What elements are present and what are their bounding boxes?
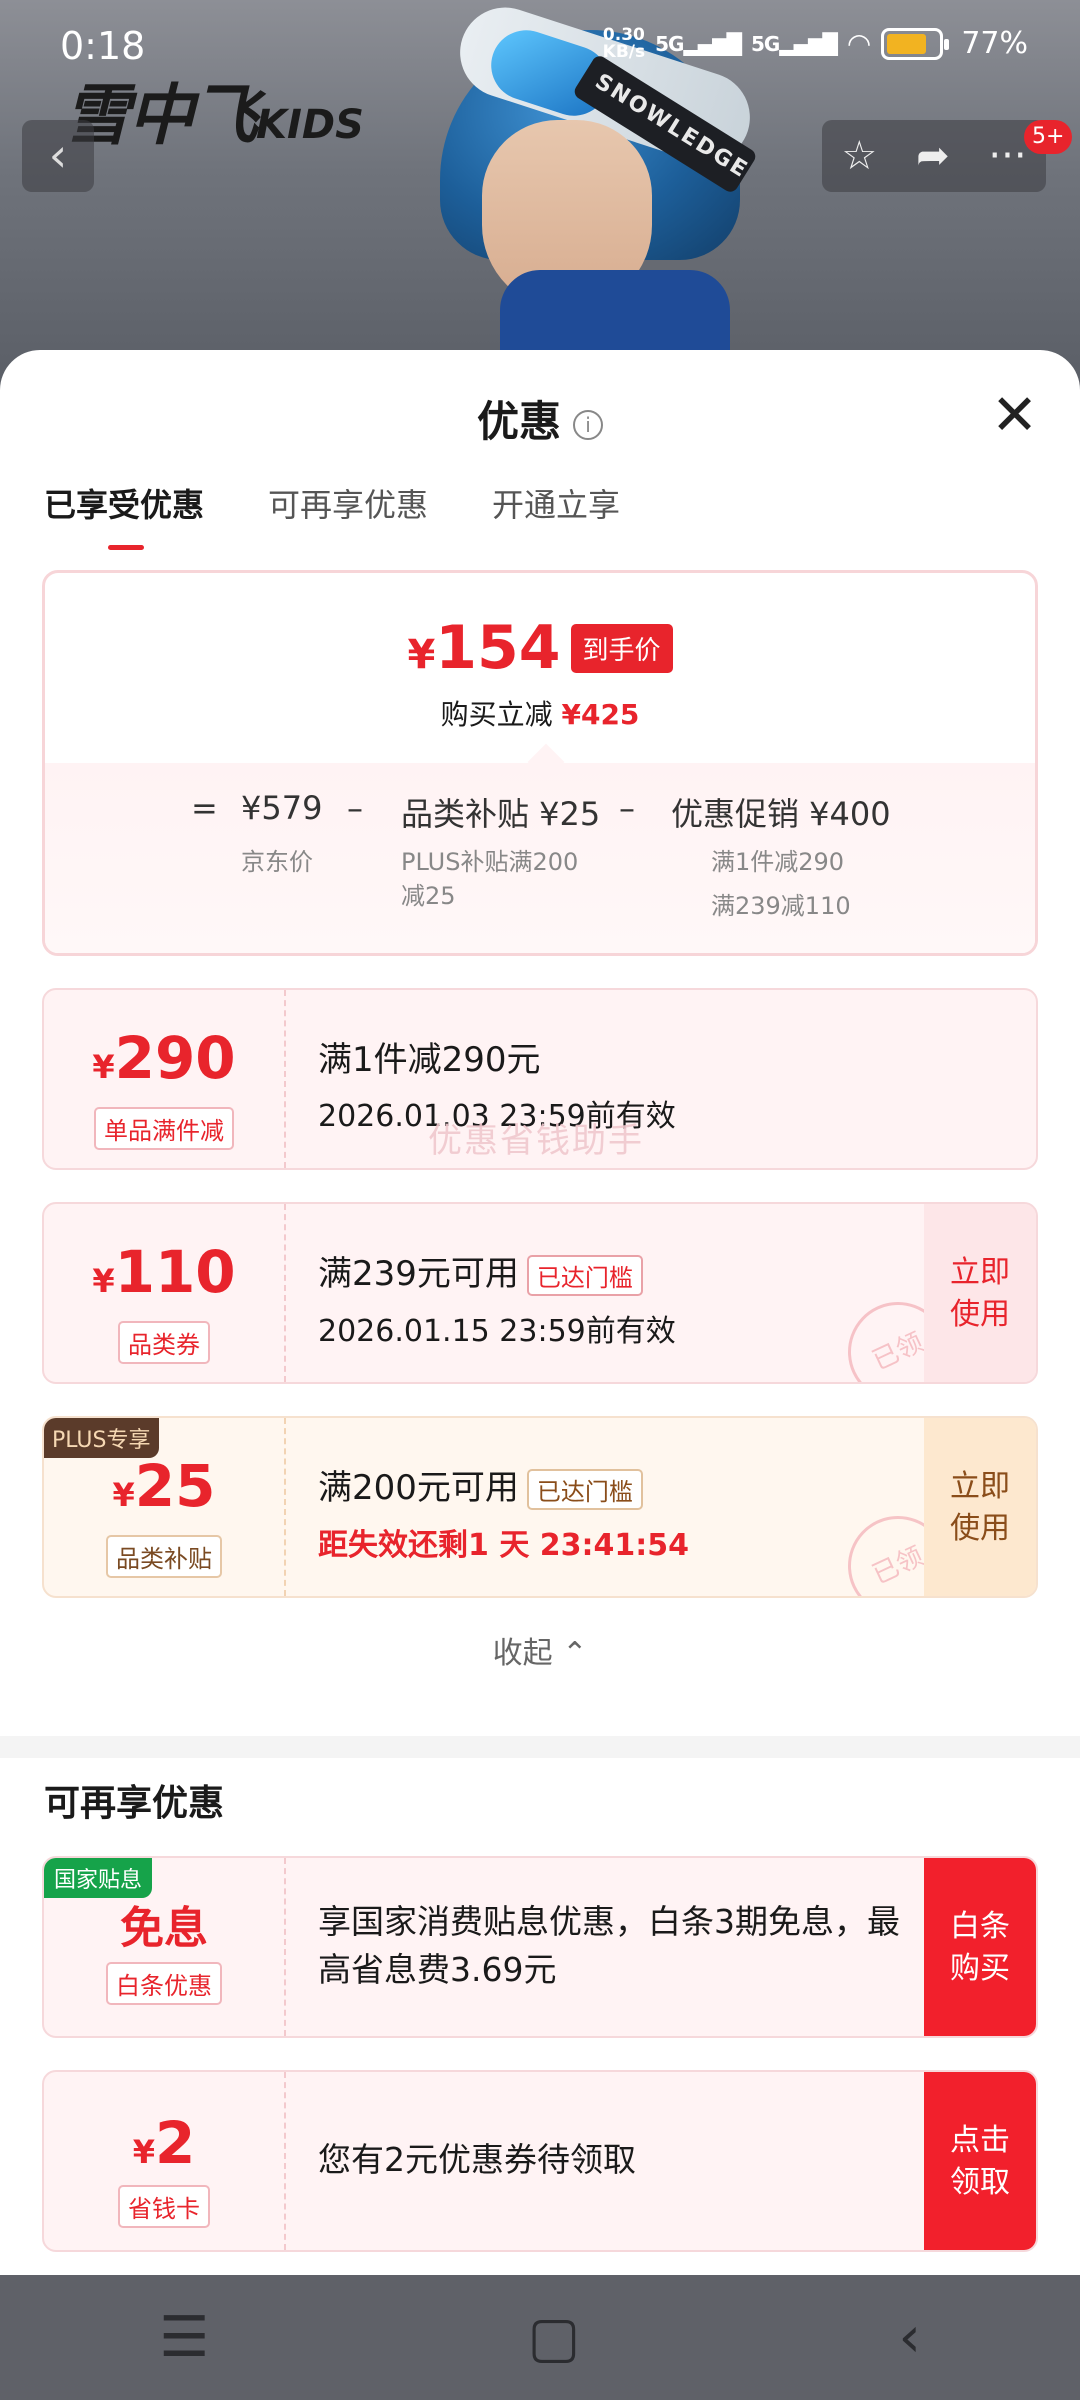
section-title-more: 可再享优惠 [44, 1783, 225, 1824]
minus-sign-2: – [619, 789, 635, 827]
share-icon[interactable]: ➦ [916, 133, 950, 179]
price-breakdown: = ¥579 – 品类补贴 ¥25 – 优惠促销 ¥400 京东价 PLUS补贴… [45, 763, 1035, 953]
tab-more-available[interactable]: 可再享优惠 [268, 480, 428, 526]
list-price: ¥579 [241, 789, 323, 827]
offer-card: 国家贴息 免息 白条优惠 享国家消费贴息优惠，白条3期免息，最高省息费3.69元… [42, 1856, 1038, 2038]
promotion-discount: 优惠促销 ¥400 [671, 795, 891, 833]
battery-percent: 77% [961, 26, 1028, 61]
sheet-title: 优惠 i [0, 388, 1080, 449]
offer-text: 您有2元优惠券待领取 [318, 2140, 636, 2179]
coupon-type: 单品满件减 [94, 1107, 234, 1150]
close-icon[interactable]: ✕ [991, 388, 1038, 444]
status-bar: 0:18 0.30 KB/s 5G▂▄▆█ 5G▂▄▆█ ◠ 77% [0, 20, 1080, 70]
coupon-amount: ¥25 [112, 1452, 216, 1520]
tab-enjoyed[interactable]: 已享受优惠 [44, 480, 204, 550]
signal-1-icon: 5G▂▄▆█ [655, 31, 742, 56]
tab-activate[interactable]: 开通立享 [492, 480, 620, 526]
system-nav-bar: ☰ ▢ ‹ [0, 2275, 1080, 2400]
coupon-amount: ¥110 [92, 1238, 236, 1306]
list-price-label: 京东价 [241, 848, 313, 876]
status-time: 0:18 [60, 24, 146, 68]
back-icon[interactable]: ‹ [899, 2305, 921, 2370]
star-icon[interactable]: ☆ [841, 133, 877, 179]
threshold-reached-badge: 已达门槛 [526, 1469, 643, 1510]
offer-type: 白条优惠 [106, 1962, 222, 2005]
subsidy-note: PLUS补贴满200 减25 [401, 848, 579, 910]
claim-button[interactable]: 点击 领取 [924, 2072, 1036, 2250]
coupon-validity: 2026.01.15 23:59前有效 [318, 1314, 676, 1349]
more-dots-icon[interactable]: ··· [988, 133, 1026, 179]
coupon-card-plus: PLUS专享 ¥25 品类补贴 满200元可用 已达门槛 距失效还剩1 天 23:… [42, 1416, 1038, 1598]
coupon-type: 品类券 [118, 1321, 210, 1364]
brand-logo: 雪中飞KIDS [64, 77, 364, 154]
coupon-card: ¥290 单品满件减 满1件减290元 2026.01.03 23:59前有效 … [42, 988, 1038, 1170]
baitiao-buy-button[interactable]: 白条 购买 [924, 1858, 1036, 2036]
chevron-left-icon: ‹ [48, 128, 68, 182]
offer-text: 享国家消费贴息优惠，白条3期免息，最高省息费3.69元 [318, 1902, 900, 1989]
offer-card: ¥2 省钱卡 您有2元优惠券待领取 点击 领取 [42, 2070, 1038, 2252]
final-price: ¥154 到手价 [407, 613, 673, 683]
back-button[interactable]: ‹ [22, 120, 94, 192]
coupon-title: 满200元可用 已达门槛 [318, 1460, 916, 1510]
use-now-button[interactable]: 立即 使用 [924, 1418, 1036, 1596]
final-price-tag: 到手价 [570, 623, 673, 673]
wifi-icon: ◠ [846, 27, 872, 60]
info-icon[interactable]: i [573, 409, 603, 440]
menu-icon[interactable]: ☰ [159, 2305, 209, 2370]
discount-sheet: 优惠 i ✕ 已享受优惠 可再享优惠 开通立享 ¥154 到手价 购买立减 ¥42… [0, 350, 1080, 2275]
tab-bar: 已享受优惠 可再享优惠 开通立享 [44, 480, 620, 550]
battery-icon [881, 27, 950, 60]
threshold-reached-badge: 已达门槛 [526, 1255, 643, 1296]
battery-fill [887, 33, 926, 54]
offer-type: 省钱卡 [118, 2185, 210, 2228]
minus-sign-1: – [347, 789, 363, 827]
offer-amount: ¥2 [132, 2109, 196, 2177]
home-icon[interactable]: ▢ [527, 2305, 580, 2370]
status-icons: 0.30 KB/s 5G▂▄▆█ 5G▂▄▆█ ◠ 77% [603, 26, 1028, 61]
coupon-amount: ¥290 [92, 1024, 236, 1092]
network-speed: 0.30 KB/s [602, 24, 646, 62]
signal-2-icon: 5G▂▄▆█ [751, 31, 838, 56]
action-bar: ☆ ➦ ··· [822, 120, 1046, 192]
watermark-text: 优惠省钱助手 [428, 1121, 644, 1161]
coupon-type: 品类补贴 [106, 1535, 222, 1578]
equals-sign: = [191, 789, 218, 827]
promo-note: 满1件减290 满239减110 [711, 848, 851, 920]
coupon-title: 满1件减290元 [318, 1040, 541, 1080]
category-subsidy: 品类补贴 ¥25 [401, 795, 601, 833]
price-summary: ¥154 到手价 购买立减 ¥425 = ¥579 – 品类补贴 ¥25 – 优… [42, 570, 1038, 956]
message-badge: 5+ [1024, 120, 1073, 154]
saving-line: 购买立减 ¥425 [440, 698, 640, 731]
coupon-card: ¥110 品类券 满239元可用 已达门槛 2026.01.15 23:59前有效… [42, 1202, 1038, 1384]
collapse-button[interactable]: 收起 ⌃ [0, 1628, 1080, 1672]
coupon-title: 满239元可用 已达门槛 [318, 1246, 916, 1296]
use-now-button[interactable]: 立即 使用 [924, 1204, 1036, 1382]
offer-amount: 免息 [120, 1903, 208, 1954]
coupon-countdown: 距失效还剩1 天 23:41:54 [318, 1528, 690, 1563]
section-divider [0, 1736, 1080, 1758]
